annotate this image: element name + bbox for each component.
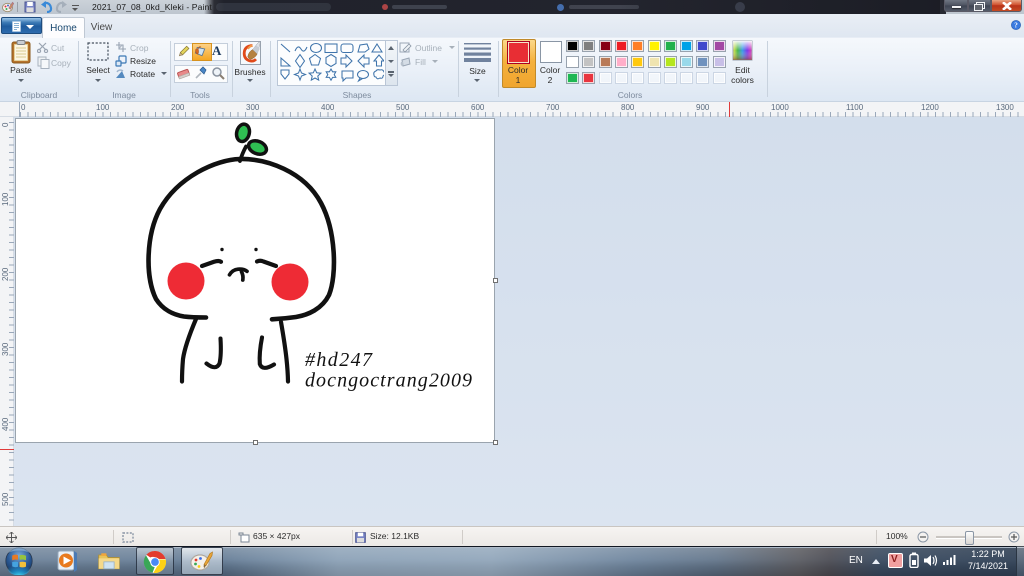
svg-text:docngoctrang2009: docngoctrang2009 bbox=[305, 370, 472, 392]
svg-text:?: ? bbox=[1014, 22, 1018, 30]
svg-text:#hd247: #hd247 bbox=[305, 349, 373, 371]
